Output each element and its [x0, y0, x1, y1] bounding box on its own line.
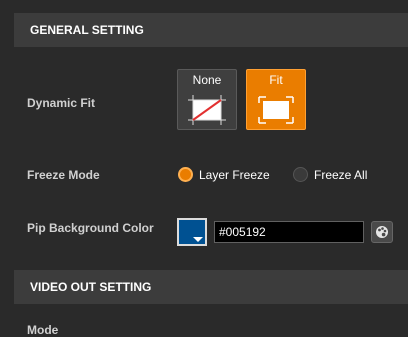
- freeze-mode-label: Freeze Mode: [27, 168, 100, 182]
- radio-unselected-indicator: [293, 167, 308, 182]
- freeze-all-label: Freeze All: [314, 167, 368, 182]
- dynamic-fit-none-button[interactable]: None: [177, 69, 237, 130]
- video-out-setting-header: VIDEO OUT SETTING: [14, 270, 408, 304]
- pip-background-color-label: Pip Background Color: [27, 221, 154, 235]
- fit-screen-icon: [258, 96, 294, 124]
- dynamic-fit-fit-button[interactable]: Fit: [246, 69, 306, 130]
- pip-color-hex-input[interactable]: [214, 221, 364, 243]
- layer-freeze-radio[interactable]: Layer Freeze: [178, 167, 270, 182]
- color-palette-button[interactable]: [371, 221, 393, 243]
- pip-color-swatch[interactable]: [177, 218, 207, 246]
- freeze-all-radio[interactable]: Freeze All: [293, 167, 367, 182]
- video-out-setting-title: VIDEO OUT SETTING: [30, 280, 152, 294]
- dynamic-fit-label: Dynamic Fit: [27, 96, 96, 110]
- general-setting-title: GENERAL SETTING: [30, 23, 144, 37]
- chevron-down-icon: [193, 237, 203, 242]
- radio-selected-indicator: [178, 167, 193, 182]
- no-fit-icon: [188, 95, 226, 125]
- layer-freeze-label: Layer Freeze: [199, 167, 270, 182]
- color-palette-icon: [376, 226, 388, 238]
- mode-label: Mode: [27, 323, 59, 337]
- fit-button-label: Fit: [269, 73, 283, 87]
- none-button-label: None: [192, 73, 222, 87]
- general-setting-header: GENERAL SETTING: [14, 13, 408, 47]
